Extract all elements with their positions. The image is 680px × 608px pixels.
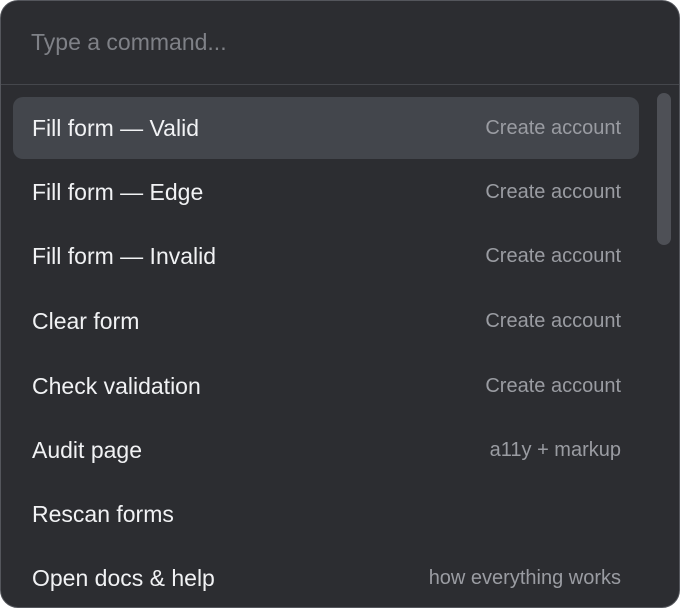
command-item-check-validation[interactable]: Check validation Create account xyxy=(13,355,639,417)
scrollbar-thumb[interactable] xyxy=(657,93,671,245)
command-item-open-docs[interactable]: Open docs & help how everything works xyxy=(13,547,639,607)
command-item-fill-edge[interactable]: Fill form — Edge Create account xyxy=(13,161,639,223)
command-hint: Create account xyxy=(485,244,621,267)
command-hint: a11y + markup xyxy=(489,438,621,461)
command-label: Fill form — Valid xyxy=(32,114,199,141)
command-label: Open docs & help xyxy=(32,564,215,591)
command-item-clear-form[interactable]: Clear form Create account xyxy=(13,290,639,352)
command-item-rescan-forms[interactable]: Rescan forms xyxy=(13,483,639,545)
command-hint: Create account xyxy=(485,116,621,139)
command-hint: Create account xyxy=(485,309,621,332)
command-palette: Fill form — Valid Create account Fill fo… xyxy=(0,0,680,608)
command-label: Clear form xyxy=(32,307,140,334)
command-label: Check validation xyxy=(32,372,201,399)
command-item-fill-invalid[interactable]: Fill form — Invalid Create account xyxy=(13,225,639,287)
command-search-input[interactable] xyxy=(31,29,649,56)
command-hint: how everything works xyxy=(428,566,621,589)
command-list: Fill form — Valid Create account Fill fo… xyxy=(1,85,679,607)
command-item-audit-page[interactable]: Audit page a11y + markup xyxy=(13,419,639,481)
command-label: Rescan forms xyxy=(32,500,174,527)
command-item-fill-valid[interactable]: Fill form — Valid Create account xyxy=(13,97,639,159)
command-hint: Create account xyxy=(485,374,621,397)
command-label: Audit page xyxy=(32,436,142,463)
command-hint: Create account xyxy=(485,180,621,203)
command-label: Fill form — Edge xyxy=(32,178,204,205)
search-bar xyxy=(1,1,679,85)
command-label: Fill form — Invalid xyxy=(32,242,217,269)
scrollbar[interactable] xyxy=(657,93,671,605)
